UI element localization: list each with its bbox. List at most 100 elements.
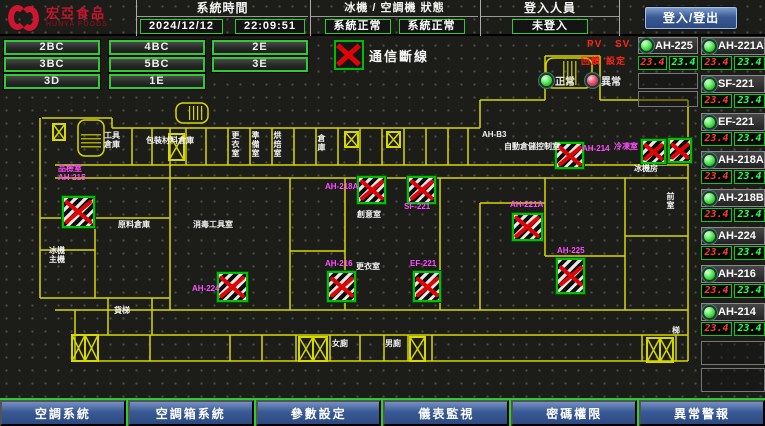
chiller-status-block: 冰機 / 空調機 狀態 系統正常 系統正常 [310, 0, 478, 36]
floor-button-4BC[interactable]: 4BC [109, 40, 205, 55]
nav-button-儀表監視[interactable]: 儀表監視 [383, 400, 509, 426]
equipment-name: AH-225 [655, 40, 693, 52]
comm-lost-label: 通信斷線 [369, 46, 429, 65]
plan-label: AH-225 [557, 246, 585, 255]
equipment-values: 23.423.4 [701, 284, 765, 298]
ahu-alarm-icon[interactable] [357, 176, 386, 204]
equipment-item-AH-214[interactable]: AH-214 [701, 303, 765, 321]
sv-value: 23.4 [734, 208, 765, 222]
ahu-alarm-icon[interactable] [413, 271, 441, 302]
equipment-name: SF-221 [718, 78, 754, 90]
sv-value: 23.4 [734, 284, 765, 298]
legend-abnormal: 異常 [587, 73, 621, 88]
plan-label: AH-B3 [482, 130, 506, 139]
equipment-item-AH-218A[interactable]: AH-218A [701, 151, 765, 169]
plan-label: 更衣室 [356, 262, 380, 271]
ahu-alarm-icon[interactable] [62, 196, 95, 228]
equipment-item-EF-221[interactable]: EF-221 [701, 113, 765, 131]
feedback-header: 回饋 [581, 54, 601, 67]
pv-value: 23.4 [701, 170, 732, 184]
chiller-status-label: 冰機 / 空調機 狀態 [311, 0, 478, 17]
plan-label: 烘焙室 [273, 131, 282, 158]
plan-label: AH-214 [582, 144, 610, 153]
sv-value: 23.4 [734, 170, 765, 184]
equipment-values: 23.423.4 [701, 56, 765, 70]
login-logout-button[interactable]: 登入/登出 [645, 7, 737, 29]
nav-button-空調箱系統[interactable]: 空調箱系統 [128, 400, 254, 426]
legend-normal: 正常 [541, 73, 575, 88]
ahu-alarm-icon[interactable] [512, 213, 543, 241]
plan-label: 工具倉庫 [104, 131, 126, 149]
system-clock-value: 22:09:51 [235, 19, 305, 34]
ahu-alarm-icon[interactable] [407, 176, 436, 204]
ahu-alarm-icon[interactable] [217, 272, 248, 302]
system-time-label: 系統時間 [137, 0, 308, 17]
ahu-alarm-icon[interactable] [327, 271, 356, 302]
sv-value: 23.4 [734, 322, 765, 336]
floor-button-3BC[interactable]: 3BC [4, 57, 100, 72]
brand-logo: 宏亞食品 HUNYA FOODS [2, 2, 133, 33]
equipment-item-featured[interactable]: AH-225 [638, 37, 698, 54]
floor-button-2BC[interactable]: 2BC [4, 40, 100, 55]
equipment-item-AH-221A[interactable]: AH-221A [701, 37, 765, 55]
login-label: 登入人員 [481, 0, 619, 17]
plan-label: 女廁 [332, 339, 348, 348]
ahu-alarm-icon[interactable] [641, 139, 666, 164]
equipment-item-AH-224[interactable]: AH-224 [701, 227, 765, 245]
floor-plan: 工具倉庫包裝材料倉庫更衣室準備室烘焙室倉庫AH-B3自動倉儲控制室創意室消毒工具… [0, 36, 700, 398]
chiller-status-value: 系統正常 [325, 19, 391, 34]
floor-button-2E[interactable]: 2E [212, 40, 308, 55]
status-led-icon [704, 79, 715, 90]
equipment-name: AH-224 [718, 230, 756, 242]
nav-button-密碼權限[interactable]: 密碼權限 [511, 400, 637, 426]
plan-label: 貨梯 [114, 306, 134, 315]
equipment-item-SF-221[interactable]: SF-221 [701, 75, 765, 93]
floor-button-5BC[interactable]: 5BC [109, 57, 205, 72]
plan-label: AH-221A [510, 200, 543, 209]
plan-label: 準備室 [251, 131, 260, 158]
equipment-values: 23.423.4 [701, 322, 765, 336]
sv-header: SV [615, 39, 630, 50]
status-led-icon [704, 307, 715, 318]
ahu-alarm-icon[interactable] [556, 258, 585, 294]
equipment-item-AH-216[interactable]: AH-216 [701, 265, 765, 283]
equipment-name: EF-221 [718, 116, 754, 128]
ahu-alarm-icon[interactable] [668, 138, 692, 163]
plan-label: 倉庫 [317, 134, 326, 152]
plan-label: 冰機主機 [49, 246, 69, 264]
sv-value: 23.4 [734, 94, 765, 108]
sv-value: 23.4 [734, 246, 765, 260]
equipment-values: 23.423.4 [701, 170, 765, 184]
brand-name: 宏亞食品 [46, 7, 108, 21]
plan-label: 創意室 [357, 210, 381, 219]
login-user-value: 未登入 [512, 19, 588, 34]
pv-value: 23.4 [701, 94, 732, 108]
sv-value: 23.4 [734, 132, 765, 146]
equipment-item-AH-218B[interactable]: AH-218B [701, 189, 765, 207]
floor-button-1E[interactable]: 1E [109, 74, 205, 89]
stairs-icon [78, 120, 104, 156]
plan-label: 品檢室 AH-215 [58, 164, 98, 182]
floor-button-3E[interactable]: 3E [212, 57, 308, 72]
nav-button-異常警報[interactable]: 異常警報 [639, 400, 765, 426]
equipment-empty-slot [701, 341, 765, 365]
plan-label: AH-218A [325, 182, 358, 191]
status-led-icon [704, 117, 715, 128]
pv-header: PV [587, 39, 602, 50]
setting-header: 設定 [606, 54, 626, 67]
comm-lost-icon [334, 40, 364, 70]
plan-label: 男廁 [385, 339, 401, 348]
nav-button-參數設定[interactable]: 參數設定 [256, 400, 382, 426]
nav-button-空調系統[interactable]: 空調系統 [0, 400, 126, 426]
floor-button-3D[interactable]: 3D [4, 74, 100, 89]
plan-label: EF-221 [410, 259, 436, 268]
status-led-icon [704, 41, 715, 52]
brand-name-en: HUNYA FOODS [46, 21, 108, 28]
plan-label: 消毒工具室 [193, 220, 239, 229]
equipment-values: 23.423.4 [701, 208, 765, 222]
plan-label: AH-216 [325, 259, 353, 268]
equipment-empty-slot [638, 73, 698, 89]
equipment-empty-slot [638, 91, 698, 107]
floor-plan-svg [0, 36, 700, 398]
plan-label: 冰機房 [634, 164, 658, 173]
